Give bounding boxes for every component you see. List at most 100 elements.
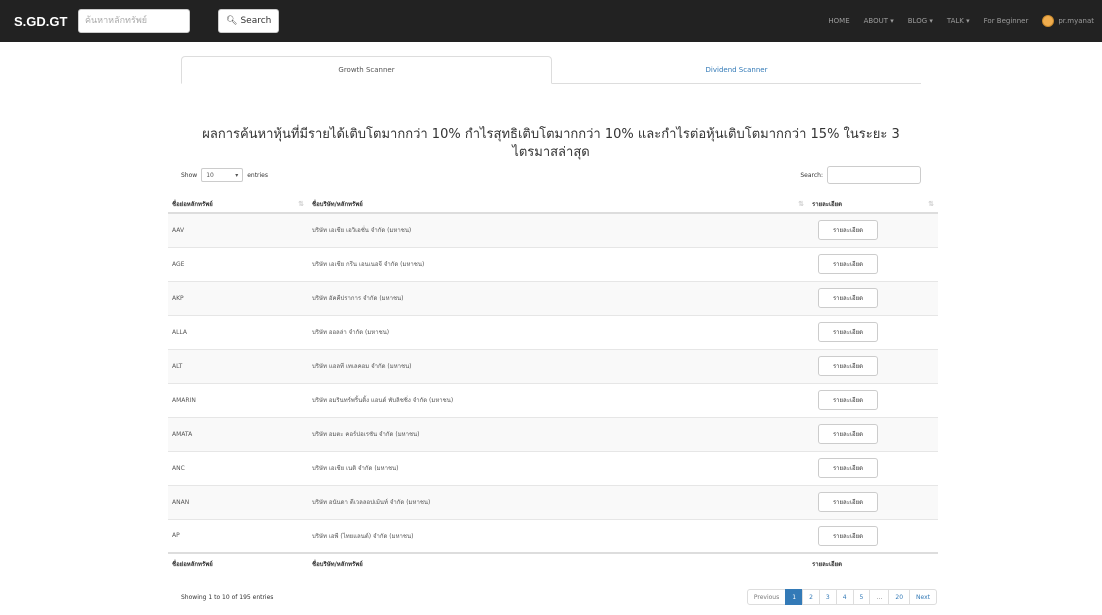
search-button-label: Search — [240, 16, 272, 26]
pagination: Previous 1 2 3 4 5 … 20 Next — [746, 589, 937, 605]
cell-action: รายละเอียด — [808, 280, 938, 315]
pager-page-1[interactable]: 1 — [785, 589, 804, 605]
pager-page-3[interactable]: 3 — [818, 589, 837, 605]
pager-next[interactable]: Next — [909, 589, 937, 605]
page-length-select[interactable]: 10 ▾ — [201, 168, 244, 182]
chevron-down-icon: ▾ — [235, 171, 239, 179]
nav-link-home[interactable]: HOME — [828, 17, 849, 25]
cell-action: รายละเอียด — [808, 518, 938, 553]
pager-page-20[interactable]: 20 — [888, 589, 911, 605]
cell-symbol: ALLA — [168, 314, 308, 349]
page-title: ผลการค้นหาหุ้นที่มีรายได้เติบโตมากกว่า 1… — [202, 127, 900, 160]
user-menu[interactable]: pr.myanat — [1042, 15, 1094, 27]
detail-button[interactable]: รายละเอียด — [818, 254, 878, 274]
nav-link-beginner[interactable]: For Beginner — [984, 17, 1029, 25]
cell-action: รายละเอียด — [808, 382, 938, 417]
pager-page-5[interactable]: 5 — [852, 589, 871, 605]
column-header-detail[interactable]: รายละเอียด ⇅ — [808, 195, 938, 214]
cell-symbol: AGE — [168, 246, 308, 281]
table-search-input[interactable] — [827, 166, 921, 184]
cell-company-name: บริษัท เอเชีย เอวิเอชั่น จำกัด (มหาชน) — [308, 212, 808, 247]
column-header-name[interactable]: ชื่อบริษัท/หลักทรัพย์ ⇅ — [308, 195, 808, 214]
pager-ellipsis: … — [869, 589, 890, 605]
cell-company-name: บริษัท อนันดา ดีเวลลอปเม้นท์ จำกัด (มหาช… — [308, 484, 808, 519]
table-row: AMATA บริษัท อมตะ คอร์ปอเรชัน จำกัด (มหา… — [168, 416, 938, 451]
detail-button[interactable]: รายละเอียด — [818, 424, 878, 444]
navbar: S.GD.GT 🔍︎ Search HOME ABOUT ▾ BLOG ▾ TA… — [0, 0, 1102, 42]
cell-action: รายละเอียด — [808, 212, 938, 247]
table-row: ANAN บริษัท อนันดา ดีเวลลอปเม้นท์ จำกัด … — [168, 484, 938, 519]
user-name: pr.myanat — [1058, 17, 1094, 25]
detail-button[interactable]: รายละเอียด — [818, 525, 878, 546]
cell-symbol: AAV — [168, 212, 308, 247]
cell-company-name: บริษัท เอพี (ไทยแลนด์) จำกัด (มหาชน) — [308, 518, 808, 553]
cell-action: รายละเอียด — [808, 314, 938, 349]
sort-icon: ⇅ — [298, 200, 304, 208]
table-search-label: Search: — [800, 171, 823, 179]
table-row: ALT บริษัท แอลที เทเลคอม จำกัด (มหาชน) ร… — [168, 348, 938, 383]
cell-company-name: บริษัท อมตะ คอร์ปอเรชัน จำกัด (มหาชน) — [308, 416, 808, 451]
pager-previous[interactable]: Previous — [746, 589, 787, 605]
pager-page-2[interactable]: 2 — [802, 589, 820, 605]
tab-growth-scanner[interactable]: Growth Scanner — [181, 56, 552, 84]
detail-button[interactable]: รายละเอียด — [818, 322, 878, 342]
detail-button[interactable]: รายละเอียด — [818, 390, 878, 410]
column-header-detail-label: รายละเอียด — [812, 200, 843, 208]
table-row: ALLA บริษัท ออลล่า จำกัด (มหาชน) รายละเอ… — [168, 314, 938, 349]
results-table: ชื่อย่อหลักทรัพย์ ⇅ ชื่อบริษัท/หลักทรัพย์… — [168, 195, 938, 573]
table-row: AP บริษัท เอพี (ไทยแลนด์) จำกัด (มหาชน) … — [168, 518, 938, 553]
show-label: Show — [181, 171, 198, 179]
cell-company-name: บริษัท เอเชีย กรีน เอนเนอจี จำกัด (มหาชน… — [308, 246, 808, 281]
cell-symbol: ALT — [168, 348, 308, 383]
detail-button[interactable]: รายละเอียด — [818, 356, 878, 376]
cell-company-name: บริษัท อมรินทร์พริ้นติ้ง แอนด์ พับลิชชิ่… — [308, 382, 808, 417]
search-input[interactable] — [78, 9, 190, 33]
table-row: ANC บริษัท เอเชีย เนติ จำกัด (มหาชน) ราย… — [168, 450, 938, 485]
cell-company-name: บริษัท แอลที เทเลคอม จำกัด (มหาชน) — [308, 348, 808, 383]
detail-button[interactable]: รายละเอียด — [818, 288, 878, 308]
table-controls: Show 10 ▾ entries Search: — [181, 165, 921, 185]
cell-action: รายละเอียด — [808, 416, 938, 451]
table-row: AMARIN บริษัท อมรินทร์พริ้นติ้ง แอนด์ พั… — [168, 382, 938, 417]
table-row: AAV บริษัท เอเชีย เอวิเอชั่น จำกัด (มหาช… — [168, 212, 938, 247]
brand-logo[interactable]: S.GD.GT — [14, 14, 74, 29]
pager-page-4[interactable]: 4 — [835, 589, 854, 605]
cell-company-name: บริษัท อัคคีปราการ จำกัด (มหาชน) — [308, 280, 808, 315]
column-header-symbol[interactable]: ชื่อย่อหลักทรัพย์ ⇅ — [168, 195, 308, 214]
search-icon: 🔍︎ — [226, 16, 238, 26]
column-header-symbol-label: ชื่อย่อหลักทรัพย์ — [172, 200, 213, 208]
sort-icon: ⇅ — [798, 200, 804, 208]
cell-symbol: AMATA — [168, 416, 308, 451]
nav-link-talk[interactable]: TALK ▾ — [947, 17, 970, 25]
cell-company-name: บริษัท เอเชีย เนติ จำกัด (มหาชน) — [308, 450, 808, 485]
table-footer-row: ชื่อย่อหลักทรัพย์ ชื่อบริษัท/หลักทรัพย์ … — [168, 552, 938, 573]
tab-dividend-scanner[interactable]: Dividend Scanner — [552, 56, 921, 84]
detail-button[interactable]: รายละเอียด — [818, 492, 878, 512]
cell-symbol: AP — [168, 518, 308, 553]
table-info: Showing 1 to 10 of 195 entries — [181, 594, 274, 601]
cell-symbol: AKP — [168, 280, 308, 315]
cell-symbol: ANC — [168, 450, 308, 485]
footer-header-name: ชื่อบริษัท/หลักทรัพย์ — [308, 552, 808, 573]
detail-button[interactable]: รายละเอียด — [818, 458, 878, 478]
table-row: AKP บริษัท อัคคีปราการ จำกัด (มหาชน) ราย… — [168, 280, 938, 315]
footer-header-detail: รายละเอียด — [808, 552, 938, 573]
cell-action: รายละเอียด — [808, 450, 938, 485]
cell-action: รายละเอียด — [808, 246, 938, 281]
footer-header-symbol: ชื่อย่อหลักทรัพย์ — [168, 552, 308, 573]
nav-links: HOME ABOUT ▾ BLOG ▾ TALK ▾ For Beginner … — [814, 0, 1102, 42]
detail-button[interactable]: รายละเอียด — [818, 220, 878, 241]
column-header-name-label: ชื่อบริษัท/หลักทรัพย์ — [312, 200, 363, 208]
cell-action: รายละเอียด — [808, 348, 938, 383]
nav-link-blog[interactable]: BLOG ▾ — [908, 17, 933, 25]
cell-action: รายละเอียด — [808, 484, 938, 519]
avatar — [1042, 15, 1055, 27]
nav-link-about[interactable]: ABOUT ▾ — [864, 17, 894, 25]
entries-label: entries — [247, 171, 269, 179]
cell-symbol: ANAN — [168, 484, 308, 519]
cell-symbol: AMARIN — [168, 382, 308, 417]
search-button[interactable]: 🔍︎ Search — [218, 9, 280, 33]
table-header-row: ชื่อย่อหลักทรัพย์ ⇅ ชื่อบริษัท/หลักทรัพย์… — [168, 195, 938, 214]
scanner-tabs: Growth Scanner Dividend Scanner — [181, 56, 921, 84]
sort-icon: ⇅ — [928, 200, 934, 208]
